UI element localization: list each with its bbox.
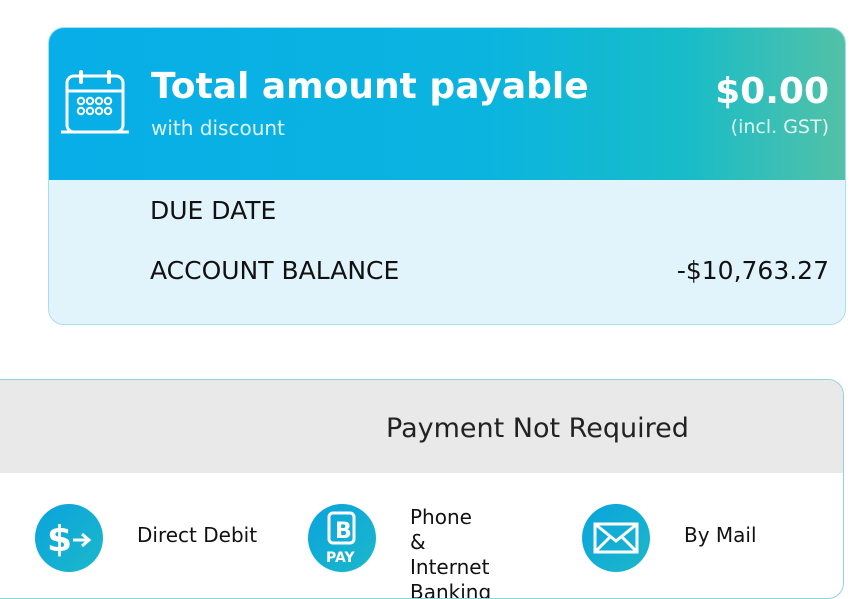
by-mail-label: By Mail <box>684 523 757 547</box>
summary-subtitle: with discount <box>151 116 285 140</box>
direct-debit-label: Direct Debit <box>137 523 258 547</box>
svg-text:$: $ <box>47 519 72 560</box>
account-balance-value: -$10,763.27 <box>676 256 829 285</box>
payment-summary-card: Total amount payable with discount $0.00… <box>48 27 846 325</box>
summary-title: Total amount payable <box>151 66 589 107</box>
calendar-icon <box>61 68 129 138</box>
direct-debit-icon: $ <box>35 504 103 572</box>
payment-status-text: Payment Not Required <box>386 413 689 444</box>
svg-text:B: B <box>335 519 352 544</box>
mail-icon <box>582 504 650 572</box>
due-date-label: DUE DATE <box>150 196 277 225</box>
total-amount: $0.00 <box>715 71 829 112</box>
account-balance-label: ACCOUNT BALANCE <box>150 256 400 285</box>
bpay-icon: B PAY <box>308 504 376 572</box>
payment-status-header: Payment Not Required <box>0 380 843 473</box>
phone-internet-banking-label: Phone & Internet Banking <box>410 505 492 599</box>
gst-note: (incl. GST) <box>730 116 829 138</box>
summary-header: Total amount payable with discount $0.00… <box>49 28 845 180</box>
svg-text:PAY: PAY <box>326 550 355 566</box>
payment-methods-card: Payment Not Required $ Direct Debit B PA… <box>0 379 844 599</box>
